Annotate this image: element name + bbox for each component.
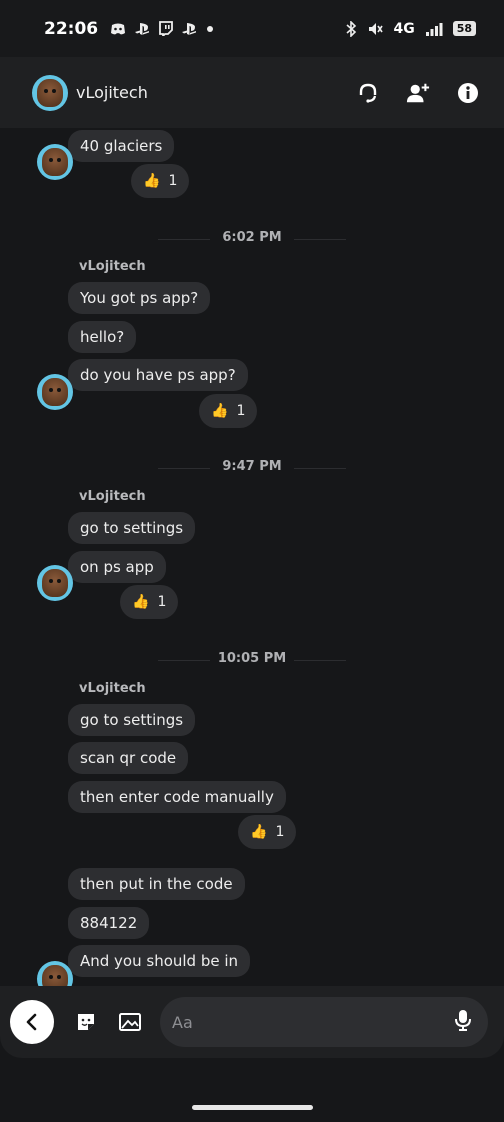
message-bubble[interactable]: 884122 [68, 907, 150, 939]
message-bubble[interactable]: 40 glaciers [68, 130, 175, 162]
reaction-count: 1 [157, 594, 167, 610]
message-bubble[interactable]: then put in the code [68, 868, 245, 900]
playstation-icon [135, 22, 150, 35]
back-button[interactable] [10, 1000, 54, 1044]
message-bubble[interactable]: hello? [68, 321, 137, 353]
message-list[interactable]: 40 glaciers 👍 1 6:02 PM vLojitech You got… [0, 128, 504, 998]
timestamp-divider: 10:05 PM [158, 651, 346, 666]
message-bubble[interactable]: You got ps app? [68, 282, 211, 314]
battery-icon: 58 [452, 21, 476, 36]
timestamp-divider: 6:02 PM [158, 230, 346, 245]
image-icon[interactable] [118, 1010, 142, 1034]
reaction-badge[interactable]: 👍 1 [238, 815, 297, 849]
reaction-badge[interactable]: 👍 1 [120, 585, 179, 619]
twitch-icon [159, 21, 174, 36]
sticker-icon[interactable] [74, 1010, 98, 1034]
chat-header: vLojitech [0, 57, 504, 128]
sender-avatar[interactable] [37, 374, 73, 410]
message-bubble[interactable]: go to settings [68, 704, 196, 736]
message-bubble[interactable]: do you have ps app? [68, 359, 248, 391]
message-input-box[interactable] [160, 997, 488, 1047]
sender-name: vLojitech [79, 681, 146, 696]
thumbs-up-icon: 👍 [250, 824, 268, 840]
reaction-count: 1 [236, 403, 246, 419]
contact-avatar[interactable] [32, 74, 68, 111]
message-composer [0, 986, 504, 1058]
clock: 22:06 [44, 18, 99, 39]
contact-name[interactable]: vLojitech [76, 83, 148, 102]
reaction-count: 1 [275, 824, 285, 840]
message-input[interactable] [172, 1012, 454, 1032]
headset-icon[interactable] [356, 81, 380, 105]
reaction-badge[interactable]: 👍 1 [131, 164, 190, 198]
message-bubble[interactable]: go to settings [68, 512, 196, 544]
info-icon[interactable] [456, 81, 480, 105]
home-indicator[interactable] [192, 1105, 313, 1110]
network-type: 4G [393, 20, 415, 37]
status-bar: 22:06 4G 58 [0, 0, 504, 57]
dot-icon [207, 25, 214, 32]
thumbs-up-icon: 👍 [132, 594, 150, 610]
microphone-icon[interactable] [454, 1008, 472, 1036]
sender-name: vLojitech [79, 489, 146, 504]
thumbs-up-icon: 👍 [143, 173, 161, 189]
signal-icon [425, 22, 443, 36]
sender-avatar[interactable] [37, 144, 73, 180]
thumbs-up-icon: 👍 [211, 403, 229, 419]
message-bubble[interactable]: on ps app [68, 551, 166, 583]
sender-avatar[interactable] [37, 565, 73, 601]
reaction-badge[interactable]: 👍 1 [199, 394, 258, 428]
mute-icon [369, 22, 384, 35]
message-bubble[interactable]: then enter code manually [68, 781, 286, 813]
discord-icon [111, 23, 126, 34]
timestamp-divider: 9:47 PM [158, 459, 346, 474]
playstation-icon [182, 22, 197, 35]
add-friend-icon[interactable] [406, 81, 430, 105]
bluetooth-icon [346, 20, 357, 37]
message-bubble[interactable]: And you should be in [68, 945, 251, 977]
sender-name: vLojitech [79, 259, 146, 274]
message-bubble[interactable]: scan qr code [68, 742, 189, 774]
chevron-left-icon [26, 1013, 37, 1031]
reaction-count: 1 [168, 173, 178, 189]
notification-icons [110, 21, 215, 36]
system-icons: 4G 58 [345, 20, 476, 37]
